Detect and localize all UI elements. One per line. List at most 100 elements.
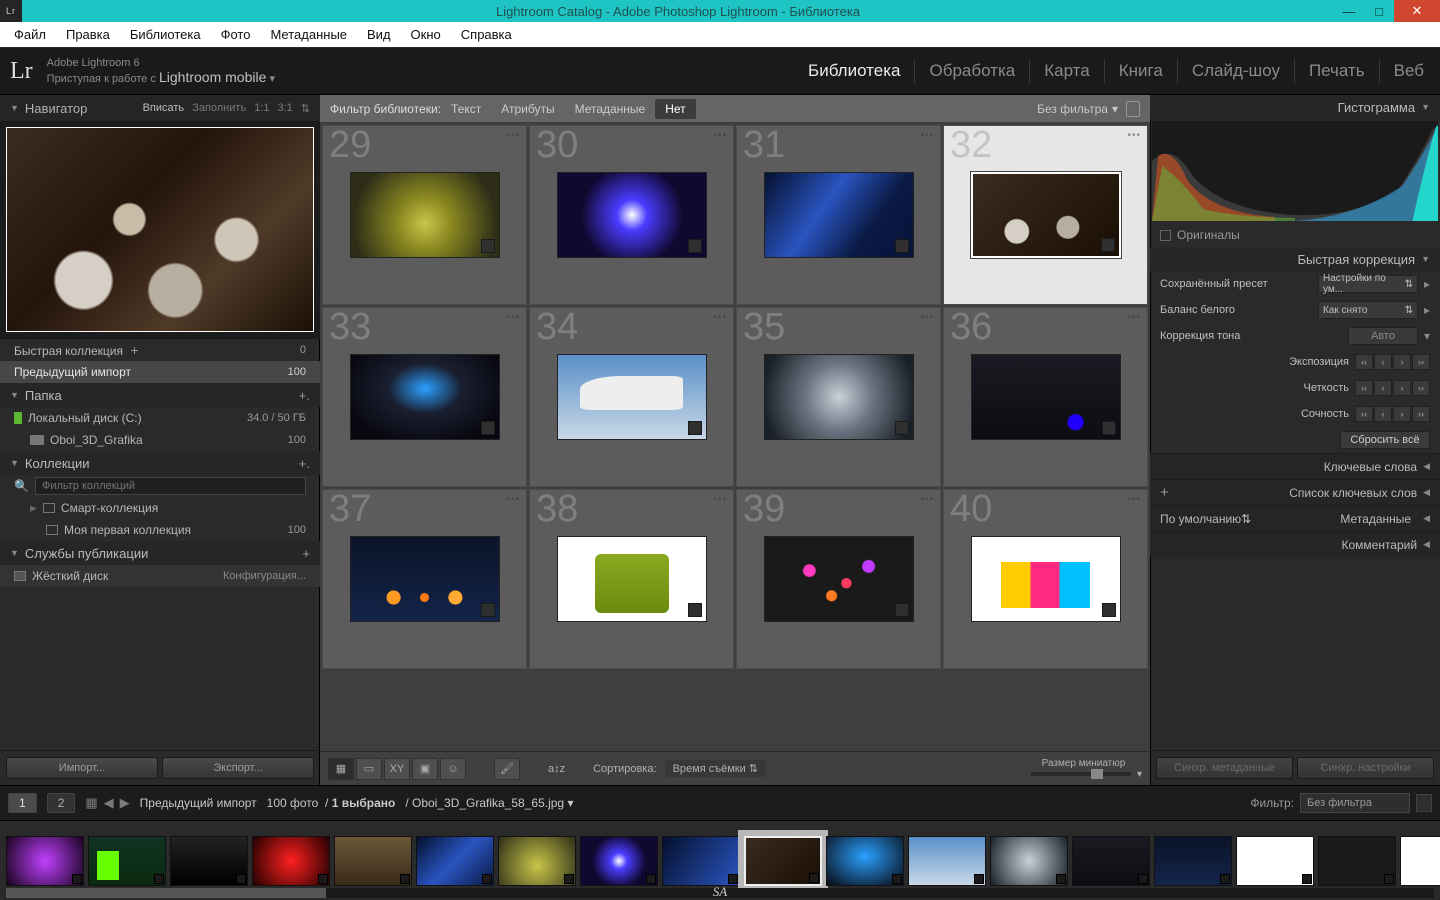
thumbnail[interactable] bbox=[350, 172, 500, 258]
catalog-quick-collection[interactable]: Быстрая коллекция + 0 bbox=[0, 339, 320, 361]
slider-knob[interactable] bbox=[1091, 769, 1103, 779]
thumbnail[interactable] bbox=[764, 354, 914, 440]
module-library[interactable]: Библиотека bbox=[794, 59, 915, 83]
add-folder-button[interactable]: +. bbox=[299, 388, 310, 403]
vibrance-stepper[interactable]: ‹‹‹››› bbox=[1355, 406, 1430, 422]
zoom-fill[interactable]: Заполнить bbox=[192, 102, 246, 115]
filter-text[interactable]: Текст bbox=[441, 99, 491, 119]
module-web[interactable]: Веб bbox=[1380, 59, 1424, 83]
filmstrip-item[interactable] bbox=[1236, 836, 1314, 886]
keywords-header[interactable]: Ключевые слова◀ bbox=[1150, 453, 1440, 479]
zoom-1-1[interactable]: 1:1 bbox=[254, 102, 269, 115]
grid-cell[interactable]: 34••• bbox=[529, 307, 734, 487]
zoom-fit[interactable]: Вписать bbox=[143, 102, 185, 115]
minimize-button[interactable]: — bbox=[1334, 0, 1364, 22]
publish-header[interactable]: ▼ Службы публикации + bbox=[0, 541, 320, 565]
filmstrip-item[interactable] bbox=[334, 836, 412, 886]
thumbnail[interactable] bbox=[971, 172, 1121, 258]
clarity-stepper[interactable]: ‹‹‹››› bbox=[1355, 380, 1430, 396]
filmstrip-item[interactable] bbox=[1318, 836, 1396, 886]
filmstrip-item[interactable] bbox=[6, 836, 84, 886]
zoom-more-icon[interactable]: ⇅ bbox=[301, 102, 310, 115]
filter-lock-icon[interactable] bbox=[1126, 101, 1140, 117]
filmstrip-item[interactable] bbox=[416, 836, 494, 886]
sync-settings-button[interactable]: Синхр. настройки bbox=[1297, 757, 1434, 779]
grid-cell[interactable]: 36••• bbox=[943, 307, 1148, 487]
histogram[interactable] bbox=[1152, 121, 1438, 221]
quick-develop-header[interactable]: Быстрая коррекция ▼ bbox=[1150, 247, 1440, 271]
module-develop[interactable]: Обработка bbox=[915, 59, 1030, 83]
comment-header[interactable]: Комментарий◀ bbox=[1150, 531, 1440, 557]
toolbar-menu-icon[interactable]: ▾ bbox=[1137, 769, 1142, 780]
menu-file[interactable]: Файл bbox=[4, 22, 56, 47]
collection-first[interactable]: Моя первая коллекция 100 bbox=[0, 519, 320, 541]
thumbnail[interactable] bbox=[971, 354, 1121, 440]
screen-1-button[interactable]: 1 bbox=[8, 793, 37, 813]
close-button[interactable]: ✕ bbox=[1394, 0, 1440, 22]
metadata-mode-dropdown[interactable]: По умолчанию⇅ bbox=[1160, 512, 1255, 526]
histogram-header[interactable]: Гистограмма ▼ bbox=[1150, 95, 1440, 119]
navigator-zoom-options[interactable]: Вписать Заполнить 1:1 3:1 ⇅ bbox=[143, 102, 310, 115]
menu-library[interactable]: Библиотека bbox=[120, 22, 211, 47]
filter-preset-dropdown[interactable]: Без фильтра▾ bbox=[1037, 102, 1118, 116]
auto-tone-button[interactable]: Авто bbox=[1348, 327, 1418, 345]
folders-header[interactable]: ▼ Папка +. bbox=[0, 383, 320, 407]
loupe-view-button[interactable]: ▭ bbox=[356, 758, 382, 780]
people-view-button[interactable]: ☺ bbox=[440, 758, 466, 780]
menu-edit[interactable]: Правка bbox=[56, 22, 120, 47]
filter-flag-icon[interactable] bbox=[1416, 794, 1432, 812]
compare-view-button[interactable]: XY bbox=[384, 758, 410, 780]
add-publish-button[interactable]: + bbox=[302, 546, 310, 561]
maximize-button[interactable]: □ bbox=[1364, 0, 1394, 22]
reset-all-button[interactable]: Сбросить всё bbox=[1340, 431, 1430, 449]
collection-filter-input[interactable]: 🔍 bbox=[0, 475, 320, 497]
preset-dropdown[interactable]: Настройки по ум...⇅ bbox=[1318, 275, 1418, 293]
grid-cell[interactable]: 40••• bbox=[943, 489, 1148, 669]
module-print[interactable]: Печать bbox=[1295, 59, 1380, 83]
folder-volume[interactable]: Локальный диск (C:) 34.0 / 50 ГБ bbox=[0, 407, 320, 429]
thumbnail[interactable] bbox=[764, 172, 914, 258]
filmstrip-item[interactable] bbox=[1072, 836, 1150, 886]
grid-cell[interactable]: 39••• bbox=[736, 489, 941, 669]
exposure-stepper[interactable]: ‹‹‹››› bbox=[1355, 354, 1430, 370]
menu-window[interactable]: Окно bbox=[401, 22, 451, 47]
painter-tool[interactable]: 🖌 bbox=[494, 758, 520, 780]
filter-metadata[interactable]: Метаданные bbox=[565, 99, 656, 119]
menu-photo[interactable]: Фото bbox=[211, 22, 261, 47]
filmstrip-item[interactable] bbox=[826, 836, 904, 886]
screen-2-button[interactable]: 2 bbox=[47, 793, 76, 813]
filmstrip-item[interactable] bbox=[1400, 836, 1440, 886]
add-collection-button[interactable]: +. bbox=[299, 456, 310, 471]
breadcrumb-source[interactable]: Предыдущий импорт bbox=[140, 796, 257, 810]
grid-cell[interactable]: 38••• bbox=[529, 489, 734, 669]
grid-cell[interactable]: 30••• bbox=[529, 125, 734, 305]
navigator-header[interactable]: ▼ Навигатор Вписать Заполнить 1:1 3:1 ⇅ bbox=[0, 95, 320, 121]
filmstrip-item[interactable] bbox=[580, 836, 658, 886]
module-slideshow[interactable]: Слайд-шоу bbox=[1178, 59, 1295, 83]
scrollbar-thumb[interactable] bbox=[6, 888, 326, 898]
metadata-header[interactable]: По умолчанию⇅ Метаданные◀ bbox=[1150, 505, 1440, 531]
filmstrip-item[interactable] bbox=[662, 836, 740, 886]
filter-attr[interactable]: Атрибуты bbox=[491, 99, 564, 119]
filmstrip-item[interactable] bbox=[88, 836, 166, 886]
filter-none[interactable]: Нет bbox=[655, 99, 695, 119]
menu-view[interactable]: Вид bbox=[357, 22, 401, 47]
breadcrumb-filename[interactable]: / Oboi_3D_Grafika_58_65.jpg ▾ bbox=[405, 796, 573, 810]
filter-preset-select[interactable]: Без фильтра bbox=[1300, 793, 1410, 813]
thumbnail[interactable] bbox=[557, 354, 707, 440]
wb-dropdown[interactable]: Как снято⇅ bbox=[1318, 301, 1418, 319]
keyword-list-header[interactable]: +Список ключевых слов◀ bbox=[1150, 479, 1440, 505]
grid-cell[interactable]: 33••• bbox=[322, 307, 527, 487]
add-keyword-button[interactable]: + bbox=[1160, 484, 1169, 501]
collapse-icon[interactable]: ▾ bbox=[1424, 329, 1430, 343]
expand-icon[interactable]: ▸ bbox=[1424, 303, 1430, 317]
thumbnail[interactable] bbox=[557, 536, 707, 622]
grid-cell[interactable]: 31••• bbox=[736, 125, 941, 305]
module-map[interactable]: Карта bbox=[1030, 59, 1105, 83]
navigator-preview[interactable] bbox=[0, 121, 320, 338]
forward-icon[interactable]: ▶ bbox=[120, 795, 130, 811]
thumbnail-grid[interactable]: 29••• 30••• 31••• 32••• 33••• 34••• 35••… bbox=[320, 123, 1150, 751]
zoom-3-1[interactable]: 3:1 bbox=[277, 102, 292, 115]
thumbnail[interactable] bbox=[971, 536, 1121, 622]
originals-checkbox[interactable] bbox=[1160, 230, 1171, 241]
